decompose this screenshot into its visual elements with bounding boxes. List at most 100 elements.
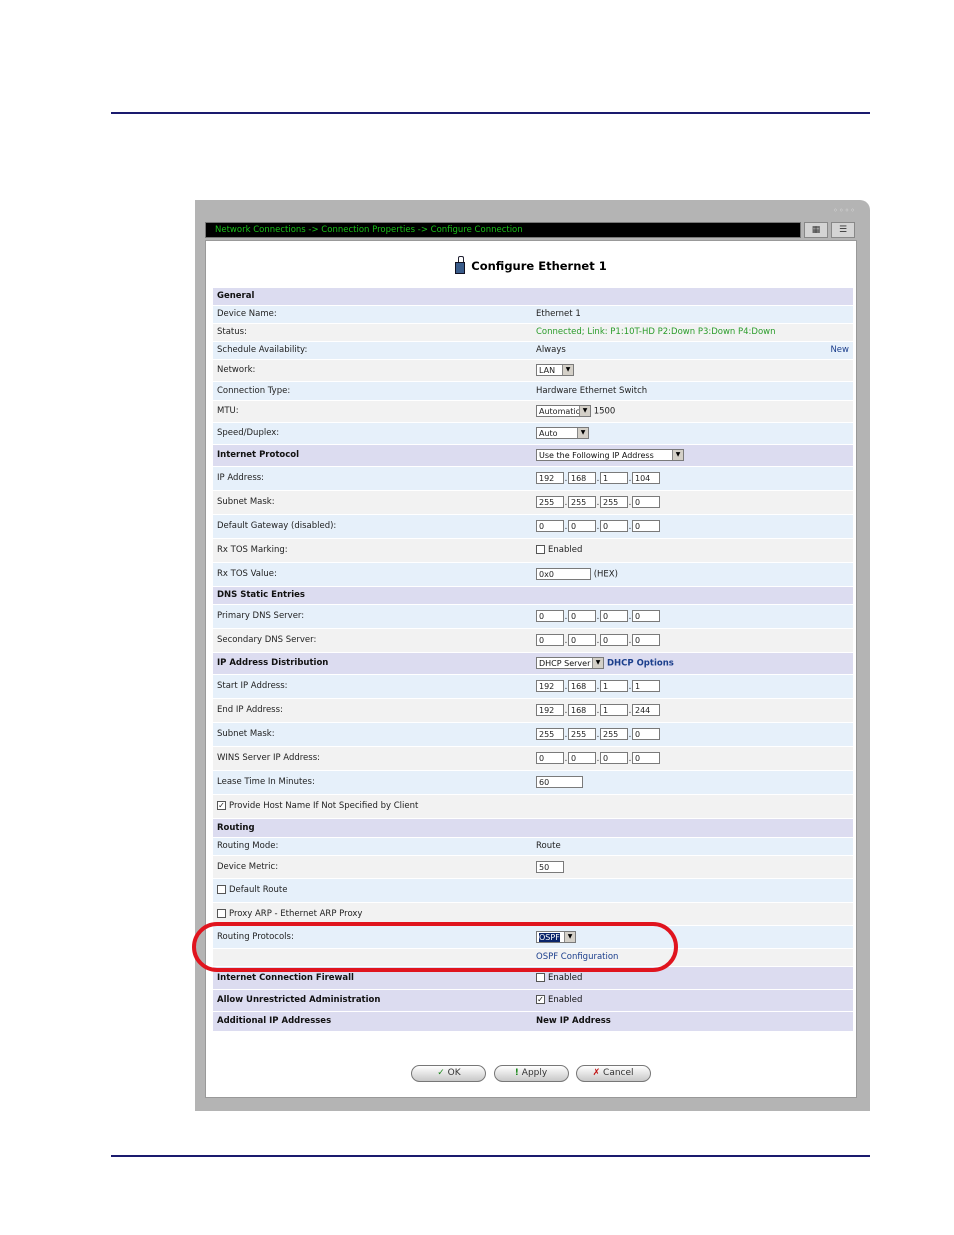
lease-time-input[interactable]: 60 <box>536 776 583 788</box>
connection-type-value: Hardware Ethernet Switch <box>532 381 853 401</box>
chevron-down-icon: ▼ <box>672 450 683 460</box>
routing-mode-value: Route <box>532 837 853 856</box>
start-ip-field: 192. 168. 1. 1 <box>532 674 853 699</box>
rx-tos-value-input[interactable]: 0x0 <box>536 568 591 580</box>
footer-rule <box>111 1155 870 1157</box>
dhcp-mode-select[interactable]: DHCP Server ▼ <box>536 657 604 669</box>
wins-octet-1[interactable]: 0 <box>536 752 564 764</box>
list-view-icon[interactable]: ☰ <box>831 222 855 238</box>
gw-octet-4[interactable]: 0 <box>632 520 660 532</box>
rx-tos-unit: (HEX) <box>593 569 618 580</box>
lease-time-label: Lease Time In Minutes: <box>213 770 532 795</box>
dmask-octet-1[interactable]: 255 <box>536 728 564 740</box>
ip-mode-value: Use the Following IP Address <box>539 451 654 460</box>
section-dns: DNS Static Entries <box>213 586 853 605</box>
rx-tos-value-label: Rx TOS Value: <box>213 562 532 587</box>
dmask-octet-4[interactable]: 0 <box>632 728 660 740</box>
end-octet-4[interactable]: 244 <box>632 704 660 716</box>
gw-octet-1[interactable]: 0 <box>536 520 564 532</box>
chevron-down-icon: ▼ <box>562 365 573 375</box>
ip-octet-4[interactable]: 104 <box>632 472 660 484</box>
schedule-value: Always <box>536 345 566 355</box>
pdns-octet-2[interactable]: 0 <box>568 610 596 622</box>
speed-duplex-select[interactable]: Auto ▼ <box>536 427 589 439</box>
start-octet-4[interactable]: 1 <box>632 680 660 692</box>
mask-octet-3[interactable]: 255 <box>600 496 628 508</box>
firewall-checkbox[interactable] <box>536 972 545 982</box>
network-map-icon[interactable]: ▦ <box>804 222 828 238</box>
section-ip-distribution: IP Address Distribution <box>213 652 532 675</box>
section-unrestricted-admin: Allow Unrestricted Administration <box>213 989 532 1012</box>
mtu-select[interactable]: Automatic ▼ <box>536 405 591 417</box>
secondary-dns-label: Secondary DNS Server: <box>213 628 532 653</box>
wins-octet-4[interactable]: 0 <box>632 752 660 764</box>
ip-address-field: 192. 168. 1. 104 <box>532 466 853 491</box>
ok-button[interactable]: ✓ OK <box>411 1065 487 1082</box>
ip-mode-select[interactable]: Use the Following IP Address ▼ <box>536 449 684 461</box>
proxy-arp-checkbox[interactable] <box>217 908 226 918</box>
rx-tos-marking-checkbox[interactable] <box>536 545 545 554</box>
ip-octet-2[interactable]: 168 <box>568 472 596 484</box>
mtu-value: 1500 <box>593 406 616 417</box>
dhcp-options-link[interactable]: DHCP Options <box>607 659 674 669</box>
unrestricted-admin-checkbox[interactable]: ✓ <box>536 995 545 1004</box>
mask-octet-2[interactable]: 255 <box>568 496 596 508</box>
device-name-label: Device Name: <box>213 305 532 324</box>
start-octet-2[interactable]: 168 <box>568 680 596 692</box>
dmask-octet-3[interactable]: 255 <box>600 728 628 740</box>
network-select-value: LAN <box>539 366 556 375</box>
end-octet-1[interactable]: 192 <box>536 704 564 716</box>
rx-tos-marking-label: Rx TOS Marking: <box>213 538 532 563</box>
cancel-button[interactable]: ✗ Cancel <box>575 1065 651 1082</box>
wins-octet-3[interactable]: 0 <box>600 752 628 764</box>
routing-mode-label: Routing Mode: <box>213 837 532 856</box>
schedule-new-link[interactable]: New <box>830 345 849 355</box>
button-bar: ✓ OK ! Apply ✗ Cancel <box>206 1060 856 1082</box>
end-octet-3[interactable]: 1 <box>600 704 628 716</box>
pdns-octet-3[interactable]: 0 <box>600 610 628 622</box>
header-rule <box>111 112 870 114</box>
page-title: Configure Ethernet 1 <box>206 256 856 274</box>
secondary-dns-field: 0.0.0.0 <box>532 628 853 653</box>
ethernet-plug-icon <box>455 256 466 274</box>
section-internet-protocol: Internet Protocol <box>213 444 532 467</box>
apply-button[interactable]: ! Apply <box>493 1065 569 1082</box>
network-select[interactable]: LAN ▼ <box>536 364 574 376</box>
wins-octet-2[interactable]: 0 <box>568 752 596 764</box>
cancel-label: Cancel <box>603 1068 634 1078</box>
default-route-checkbox[interactable] <box>217 885 226 894</box>
unrestricted-admin-value: Enabled <box>548 995 583 1005</box>
section-general: General <box>213 288 853 306</box>
end-ip-label: End IP Address: <box>213 698 532 723</box>
new-ip-address-link[interactable]: New IP Address <box>532 1011 853 1032</box>
start-octet-3[interactable]: 1 <box>600 680 628 692</box>
provide-hostname-label: Provide Host Name If Not Specified by Cl… <box>229 801 419 811</box>
pdns-octet-1[interactable]: 0 <box>536 610 564 622</box>
ip-octet-1[interactable]: 192 <box>536 472 564 484</box>
exclamation-icon: ! <box>514 1068 519 1078</box>
sdns-octet-4[interactable]: 0 <box>632 634 660 646</box>
device-metric-input[interactable]: 50 <box>536 860 564 873</box>
device-name-value: Ethernet 1 <box>532 305 853 324</box>
gw-octet-2[interactable]: 0 <box>568 520 596 532</box>
mask-octet-4[interactable]: 0 <box>632 496 660 508</box>
dmask-octet-2[interactable]: 255 <box>568 728 596 740</box>
chevron-down-icon: ▼ <box>579 406 590 416</box>
breadcrumb[interactable]: Network Connections -> Connection Proper… <box>215 225 523 235</box>
section-additional-ip: Additional IP Addresses <box>213 1011 532 1032</box>
pdns-octet-4[interactable]: 0 <box>632 610 660 622</box>
sdns-octet-1[interactable]: 0 <box>536 634 564 646</box>
chevron-down-icon: ▼ <box>577 428 588 438</box>
start-ip-label: Start IP Address: <box>213 674 532 699</box>
sdns-octet-2[interactable]: 0 <box>568 634 596 646</box>
x-icon: ✗ <box>592 1068 601 1078</box>
sdns-octet-3[interactable]: 0 <box>600 634 628 646</box>
start-octet-1[interactable]: 192 <box>536 680 564 692</box>
provide-hostname-checkbox[interactable]: ✓ <box>217 801 226 810</box>
gw-octet-3[interactable]: 0 <box>600 520 628 532</box>
dhcp-subnet-mask-field: 255. 255. 255. 0 <box>532 722 853 747</box>
end-octet-2[interactable]: 168 <box>568 704 596 716</box>
mask-octet-1[interactable]: 255 <box>536 496 564 508</box>
wins-server-label: WINS Server IP Address: <box>213 746 532 771</box>
ip-octet-3[interactable]: 1 <box>600 472 628 484</box>
